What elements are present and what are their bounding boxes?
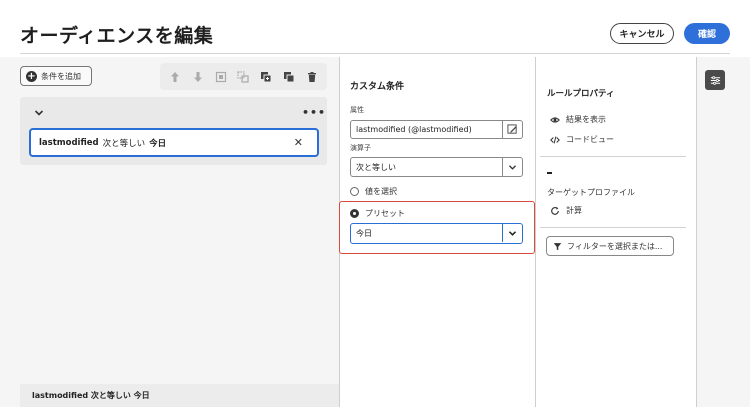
side-rail — [697, 57, 750, 407]
chevron-down-icon[interactable] — [502, 158, 522, 176]
more-icon[interactable]: ••• — [302, 106, 326, 119]
operator-value: 次と等しい — [356, 162, 396, 172]
show-results-label: 結果を表示 — [566, 115, 606, 124]
code-view-label: コードビュー — [566, 135, 614, 144]
attribute-field[interactable]: lastmodified (@lastmodified) — [350, 120, 523, 139]
arrow-down-icon[interactable] — [190, 69, 206, 85]
condition-field-name: lastmodified — [39, 137, 99, 148]
ungroup-icon[interactable] — [235, 69, 251, 85]
attribute-label: 属性 — [350, 106, 364, 114]
custom-condition-title: カスタム条件 — [350, 82, 405, 92]
header: オーディエンスを編集 キャンセル 確認 — [0, 0, 750, 56]
divider — [540, 156, 686, 157]
condition-toolbar — [160, 63, 327, 90]
add-condition-label: 条件を追加 — [41, 71, 81, 81]
code-icon — [550, 136, 560, 143]
calculate-label: 計算 — [566, 206, 582, 215]
condition-summary-bar: lastmodified 次と等しい 今日 — [20, 384, 339, 407]
preset-highlight — [339, 201, 535, 254]
duplicate-icon[interactable] — [258, 69, 274, 85]
select-filter-label: フィルターを選択または... — [567, 241, 663, 251]
settings-icon — [710, 75, 720, 85]
rule-properties-panel: ルールプロパティ 結果を表示 コードビュー ターゲットプロファイル 計算 フィル… — [536, 57, 696, 407]
group-icon[interactable] — [213, 69, 229, 85]
arrow-up-icon[interactable] — [167, 69, 183, 85]
select-filter-button[interactable]: フィルターを選択または... — [546, 236, 674, 256]
eye-icon — [550, 116, 560, 123]
radio-button[interactable] — [350, 187, 359, 196]
chevron-down-icon[interactable] — [34, 109, 44, 117]
radio-select-value-label: 値を選択 — [365, 187, 397, 196]
target-profile-label: ターゲットプロファイル — [547, 188, 635, 197]
show-results-link[interactable]: 結果を表示 — [550, 114, 606, 125]
count-value — [547, 172, 552, 174]
settings-button[interactable] — [705, 70, 725, 90]
condition-value: 今日 — [149, 138, 167, 149]
radio-select-value[interactable]: 値を選択 — [350, 186, 397, 197]
trash-icon[interactable] — [304, 69, 320, 85]
refresh-icon — [551, 206, 559, 215]
code-view-link[interactable]: コードビュー — [550, 134, 614, 145]
operator-select[interactable]: 次と等しい — [350, 157, 523, 177]
condition-item[interactable]: lastmodified 次と等しい 今日 ✕ — [29, 128, 319, 157]
condition-group: ••• lastmodified 次と等しい 今日 ✕ — [20, 97, 327, 165]
calculate-link[interactable]: 計算 — [550, 205, 582, 216]
cancel-button[interactable]: キャンセル — [610, 23, 674, 44]
plus-circle-icon: + — [26, 70, 37, 82]
condition-builder-panel: + 条件を追加 ••• lastmodified 次と等しい 今日 ✕ last… — [0, 57, 339, 407]
add-condition-button[interactable]: + 条件を追加 — [20, 66, 92, 86]
attribute-value: lastmodified (@lastmodified) — [356, 125, 472, 134]
page-title: オーディエンスを編集 — [20, 25, 214, 47]
copy-icon[interactable] — [281, 69, 297, 85]
close-icon[interactable]: ✕ — [294, 136, 303, 149]
rule-properties-title: ルールプロパティ — [547, 89, 615, 99]
condition-summary: lastmodified 次と等しい 今日 — [32, 391, 150, 400]
header-divider — [20, 53, 730, 54]
confirm-button[interactable]: 確認 — [684, 23, 730, 44]
condition-operator: 次と等しい — [102, 138, 146, 149]
divider — [540, 227, 686, 228]
filter-icon — [553, 242, 562, 250]
operator-label: 演算子 — [350, 144, 371, 152]
edit-icon[interactable] — [502, 121, 522, 138]
